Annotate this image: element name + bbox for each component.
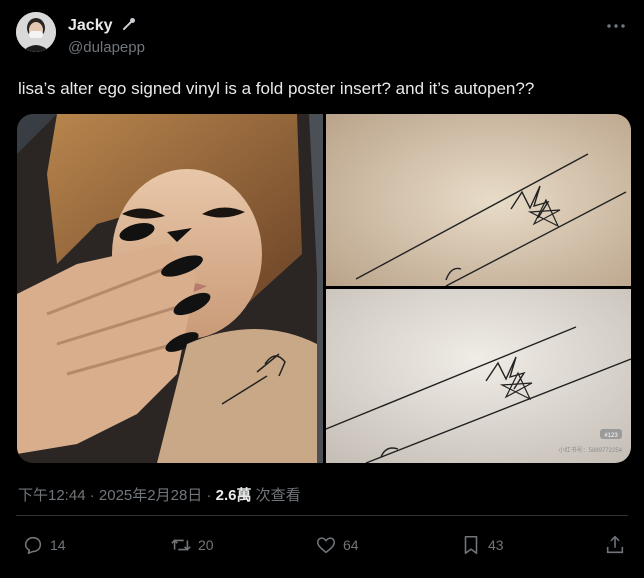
reply-button[interactable]: 14 [22,530,66,560]
author-handle[interactable]: @dulapepp [68,39,145,56]
tweet-text: lisa’s alter ego signed vinyl is a fold … [18,79,535,98]
photo-poster[interactable] [17,114,323,463]
pin-icon [121,16,137,37]
repost-button[interactable]: 20 [170,530,214,560]
avatar-image [16,12,56,52]
watermark-text: 小红书号：5889772254 [559,446,623,454]
repost-icon [171,539,191,551]
tweet-time[interactable]: 下午12:44 [18,487,86,504]
bookmark-count: 43 [488,537,504,553]
views-label: 次查看 [251,487,301,504]
like-count: 64 [343,537,359,553]
more-icon[interactable] [604,14,628,38]
repost-count: 20 [198,537,214,553]
reply-count: 14 [50,537,66,553]
avatar[interactable] [16,12,56,52]
bookmark-icon [464,535,478,555]
like-icon [316,537,336,554]
like-button[interactable]: 64 [315,530,359,560]
meta-separator: · [85,487,99,504]
views-count[interactable]: 2.6萬 [216,487,252,504]
divider [16,515,628,516]
action-bar: 14 20 64 43 [18,530,626,560]
bookmark-button[interactable]: 43 [460,530,504,560]
watermark-tag: #123 [604,433,618,439]
photo-signature-closeup-1[interactable] [326,114,631,286]
reply-icon [24,536,42,555]
share-icon [606,535,624,554]
tweet-date[interactable]: 2025年2月28日 [99,487,202,504]
author-name-row[interactable]: Jacky [68,16,137,37]
media-grid[interactable]: #123 小红书号：5889772254 [17,114,631,463]
author-display-name[interactable]: Jacky [68,17,113,34]
share-button[interactable] [604,530,626,560]
meta-separator: · [202,487,216,504]
tweet-meta: 下午12:44 · 2025年2月28日 · 2.6萬 次查看 [18,484,301,505]
photo-signature-closeup-2[interactable]: #123 小红书号：5889772254 [326,289,631,463]
